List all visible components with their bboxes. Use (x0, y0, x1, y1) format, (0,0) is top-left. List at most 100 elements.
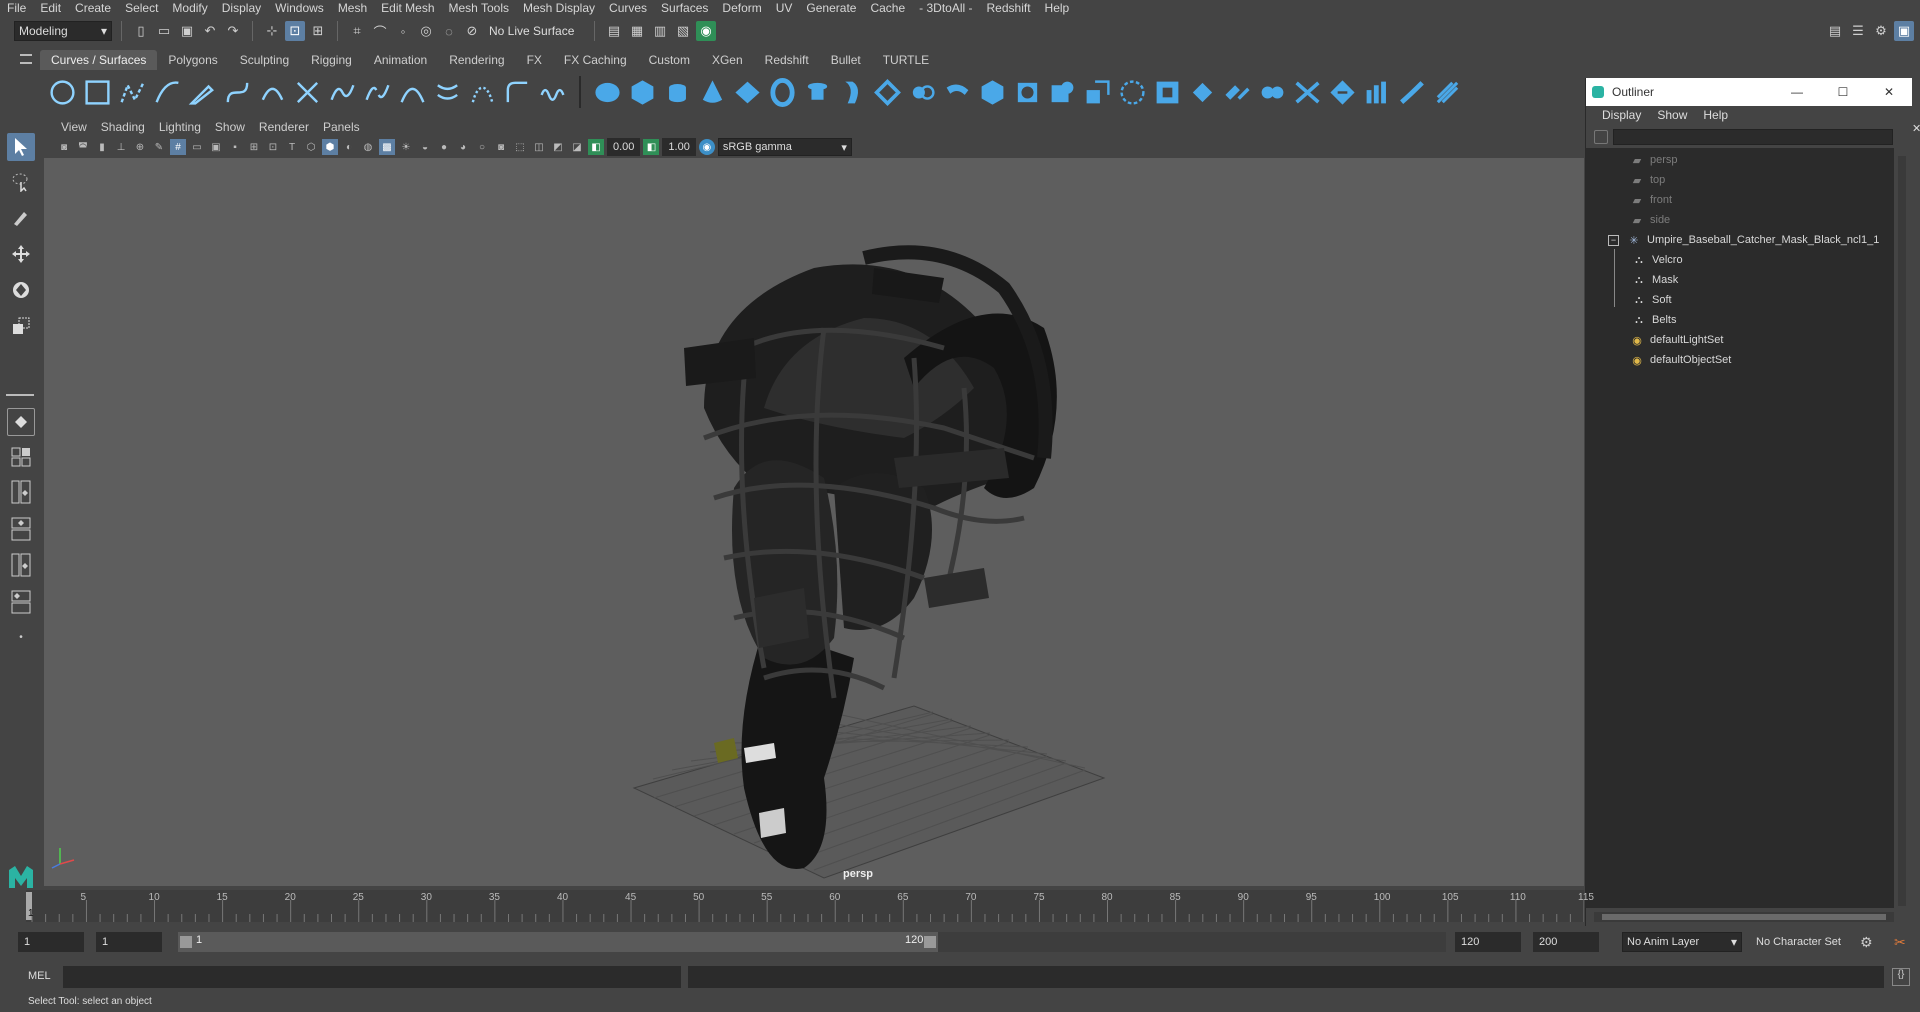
ipr-render-icon[interactable]: ▥ (650, 21, 670, 41)
scale-tool-icon[interactable] (7, 312, 35, 340)
outliner-item-mask[interactable]: ⛬ Mask (1632, 271, 1678, 289)
menu-modify[interactable]: Modify (165, 0, 214, 17)
gate-mask-icon[interactable]: ▪ (227, 139, 243, 155)
shelf-tab-rigging[interactable]: Rigging (300, 50, 363, 70)
range-end-handle[interactable] (924, 936, 936, 948)
boundary-icon[interactable] (1013, 78, 1042, 107)
shelf-tab-polygons[interactable]: Polygons (157, 50, 228, 70)
menu-windows[interactable]: Windows (268, 0, 331, 17)
channel-box-icon[interactable]: ▣ (1894, 21, 1914, 41)
loft-icon[interactable] (838, 78, 867, 107)
smooth-shade-icon[interactable]: ⬢ (322, 139, 338, 155)
menu-mesh[interactable]: Mesh (331, 0, 374, 17)
attribute-editor-icon[interactable]: ☰ (1848, 21, 1868, 41)
hypershade-layout-icon[interactable] (7, 588, 35, 616)
xray-icon[interactable]: ◫ (531, 139, 547, 155)
grid-icon[interactable]: # (170, 139, 186, 155)
grease-pencil-icon[interactable]: ✎ (151, 139, 167, 155)
hypershade-icon[interactable]: ◉ (696, 21, 716, 41)
trim-tool-icon[interactable] (1153, 78, 1182, 107)
range-slider[interactable]: 1 120 (178, 932, 938, 952)
outliner-item-soft[interactable]: ⛬ Soft (1632, 291, 1671, 309)
wireframe-icon[interactable]: ⬡ (303, 139, 319, 155)
perspective-viewport[interactable] (44, 158, 1584, 886)
menu-edit-mesh[interactable]: Edit Mesh (374, 0, 441, 17)
snap-surface-icon[interactable]: ◌ (439, 21, 459, 41)
snap-view-icon[interactable]: ◎ (416, 21, 436, 41)
command-input[interactable] (63, 966, 681, 988)
offset-curve-icon[interactable] (433, 78, 462, 107)
single-perspective-layout-icon[interactable] (7, 408, 35, 436)
nurbs-plane-icon[interactable] (733, 78, 762, 107)
close-panel-icon[interactable]: ✕ (1912, 122, 1920, 135)
shelf-tab-curves-surfaces[interactable]: Curves / Surfaces (40, 50, 158, 70)
nurbs-torus-icon[interactable] (768, 77, 797, 107)
xray-components-icon[interactable]: ◪ (569, 139, 585, 155)
pencil-curve-icon[interactable] (188, 78, 217, 107)
select-hierarchy-icon[interactable]: ⊹ (262, 21, 282, 41)
intersect-surface-icon[interactable] (1083, 78, 1112, 107)
script-editor-icon[interactable]: {} (1892, 968, 1910, 986)
shelf-tab-turtle[interactable]: TURTLE (872, 50, 940, 70)
tool-settings-icon[interactable]: ⚙ (1871, 21, 1891, 41)
film-gate-icon[interactable]: ▭ (189, 139, 205, 155)
depth-of-field-icon[interactable]: ◙ (493, 139, 509, 155)
outliner-item-side[interactable]: ▰ side (1630, 211, 1670, 229)
outliner-item-defaultlightset[interactable]: ◉ defaultLightSet (1630, 331, 1723, 349)
render-view-icon[interactable]: ▤ (604, 21, 624, 41)
panel-menu-lighting[interactable]: Lighting (152, 118, 208, 136)
screen-space-ao-icon[interactable]: ● (436, 139, 452, 155)
minimize-icon[interactable]: — (1774, 85, 1820, 99)
bookmark-icon[interactable]: ▮ (94, 139, 110, 155)
revolve-icon[interactable] (803, 78, 832, 107)
snap-grid-icon[interactable]: ⌗ (347, 21, 367, 41)
shelf-tab-custom[interactable]: Custom (638, 50, 701, 70)
panel-menu-view[interactable]: View (54, 118, 94, 136)
shadows-icon[interactable]: ◒ (417, 139, 433, 155)
outliner-item-defaultobjectset[interactable]: ◉ defaultObjectSet (1630, 351, 1731, 369)
mel-label[interactable]: MEL (28, 970, 51, 982)
save-scene-icon[interactable]: ▣ (177, 21, 197, 41)
gamma-field[interactable]: 1.00 (662, 138, 696, 156)
outliner-horizontal-scrollbar[interactable] (1594, 912, 1894, 922)
four-view-layout-icon[interactable] (7, 443, 35, 471)
outliner-item-top[interactable]: ▰ top (1630, 171, 1666, 189)
character-set-dropdown[interactable]: No Character Set (1752, 932, 1872, 952)
shelf-tab-bullet[interactable]: Bullet (820, 50, 872, 70)
select-object-icon[interactable]: ⊡ (285, 21, 305, 41)
snap-point-icon[interactable]: ◦ (393, 21, 413, 41)
menu-help[interactable]: Help (1038, 0, 1077, 17)
panel-menu-renderer[interactable]: Renderer (252, 118, 316, 136)
planar-icon[interactable] (873, 78, 902, 107)
cv-curve-icon[interactable] (118, 78, 147, 107)
exposure-icon[interactable]: ◧ (588, 139, 604, 155)
outliner-item-group[interactable]: − ✳ Umpire_Baseball_Catcher_Mask_Black_n… (1608, 231, 1879, 249)
outliner-menu-help[interactable]: Help (1695, 108, 1736, 122)
project-curve-icon[interactable] (1118, 78, 1147, 107)
persp-graph-layout-icon[interactable] (7, 515, 35, 543)
maximize-icon[interactable]: ☐ (1820, 85, 1866, 99)
multisample-aa-icon[interactable]: ○ (474, 139, 490, 155)
outliner-persp-layout-icon[interactable] (7, 551, 35, 579)
anim-start-field[interactable]: 1 (96, 932, 162, 952)
smooth-curve-icon[interactable] (538, 78, 567, 107)
panel-menu-panels[interactable]: Panels (316, 118, 367, 136)
menu-mesh-display[interactable]: Mesh Display (516, 0, 602, 17)
workspace-icon[interactable]: ▤ (1825, 21, 1845, 41)
search-options-icon[interactable] (1594, 130, 1608, 144)
menu-display[interactable]: Display (215, 0, 268, 17)
start-frame-field[interactable]: 1 (18, 932, 84, 952)
xray-joints-icon[interactable]: ◩ (550, 139, 566, 155)
bezier-curve-icon[interactable] (223, 78, 252, 107)
motion-blur-icon[interactable]: ◕ (455, 139, 471, 155)
shelf-tab-rendering[interactable]: Rendering (438, 50, 515, 70)
make-live-icon[interactable]: ⊘ (462, 21, 482, 41)
square-surface-icon[interactable] (1048, 78, 1077, 107)
outliner-vertical-scrollbar[interactable] (1898, 156, 1906, 906)
detach-curve-icon[interactable] (363, 78, 392, 107)
align-surface-icon[interactable] (1363, 78, 1392, 107)
nurbs-cone-icon[interactable] (698, 78, 727, 107)
nurbs-square-icon[interactable] (83, 78, 112, 107)
menu-redshift[interactable]: Redshift (980, 0, 1038, 17)
menu-uv[interactable]: UV (769, 0, 800, 17)
